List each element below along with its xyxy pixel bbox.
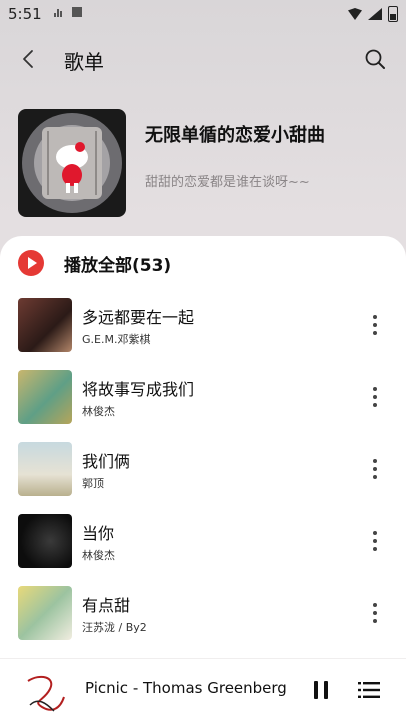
more-options-icon[interactable] [372,531,378,551]
playlist-cover-art [18,109,126,217]
more-options-icon[interactable] [372,603,378,623]
playlist-cover[interactable] [18,109,126,217]
status-notification-icons [54,7,82,17]
song-title: 当你 [82,524,115,543]
now-playing-cover [20,667,70,717]
now-playing-title: Picnic - Thomas Greenberg [85,679,287,697]
song-title: 将故事写成我们 [82,380,195,399]
more-options-icon[interactable] [372,459,378,479]
wifi-icon [348,8,362,20]
status-system-icons [348,6,398,22]
more-options-icon[interactable] [372,315,378,335]
status-time: 5:51 [8,5,42,23]
song-title: 多远都要在一起 [82,308,195,327]
playlist-description: 甜甜的恋爱都是谁在谈呀~~ [145,175,310,190]
song-cover [18,586,72,640]
song-cover [18,442,72,496]
app-notification-icon [72,7,82,17]
song-artist: 汪苏泷 / By2 [82,621,147,634]
song-artist: 林俊杰 [82,405,115,418]
song-list-panel: 播放全部(53) 多远都要在一起 G.E.M.邓紫棋 将故事写成我们 林俊杰 我… [0,236,406,723]
play-all-button[interactable]: 播放全部(53) [18,250,171,276]
playlist-name: 无限单循的恋爱小甜曲 [145,125,325,146]
song-title: 有点甜 [82,596,131,615]
song-cover [18,514,72,568]
play-all-label: 播放全部(53) [64,255,172,276]
list-item[interactable]: 当你 林俊杰 [0,514,406,570]
app-header: 歌单 [0,40,406,80]
song-cover [18,298,72,352]
battery-icon [388,6,398,22]
page-title: 歌单 [64,50,104,74]
list-item[interactable]: 我们俩 郭顶 [0,442,406,498]
list-item[interactable]: 有点甜 汪苏泷 / By2 [0,586,406,642]
play-circle-icon [18,250,44,276]
status-bar: 5:51 [0,0,406,28]
search-icon[interactable] [364,48,386,70]
list-item[interactable]: 将故事写成我们 林俊杰 [0,370,406,426]
song-artist: 郭顶 [82,477,104,490]
song-title: 我们俩 [82,452,131,471]
mini-player[interactable]: Picnic - Thomas Greenberg [0,658,406,723]
back-arrow-icon[interactable] [18,48,40,70]
signal-icon [368,8,382,20]
data-activity-icon [54,7,62,17]
more-options-icon[interactable] [372,387,378,407]
song-artist: 林俊杰 [82,549,115,562]
song-artist: G.E.M.邓紫棋 [82,333,151,346]
playlist-queue-icon[interactable] [358,681,380,699]
pause-icon[interactable] [314,681,328,699]
song-cover [18,370,72,424]
list-item[interactable]: 多远都要在一起 G.E.M.邓紫棋 [0,298,406,354]
